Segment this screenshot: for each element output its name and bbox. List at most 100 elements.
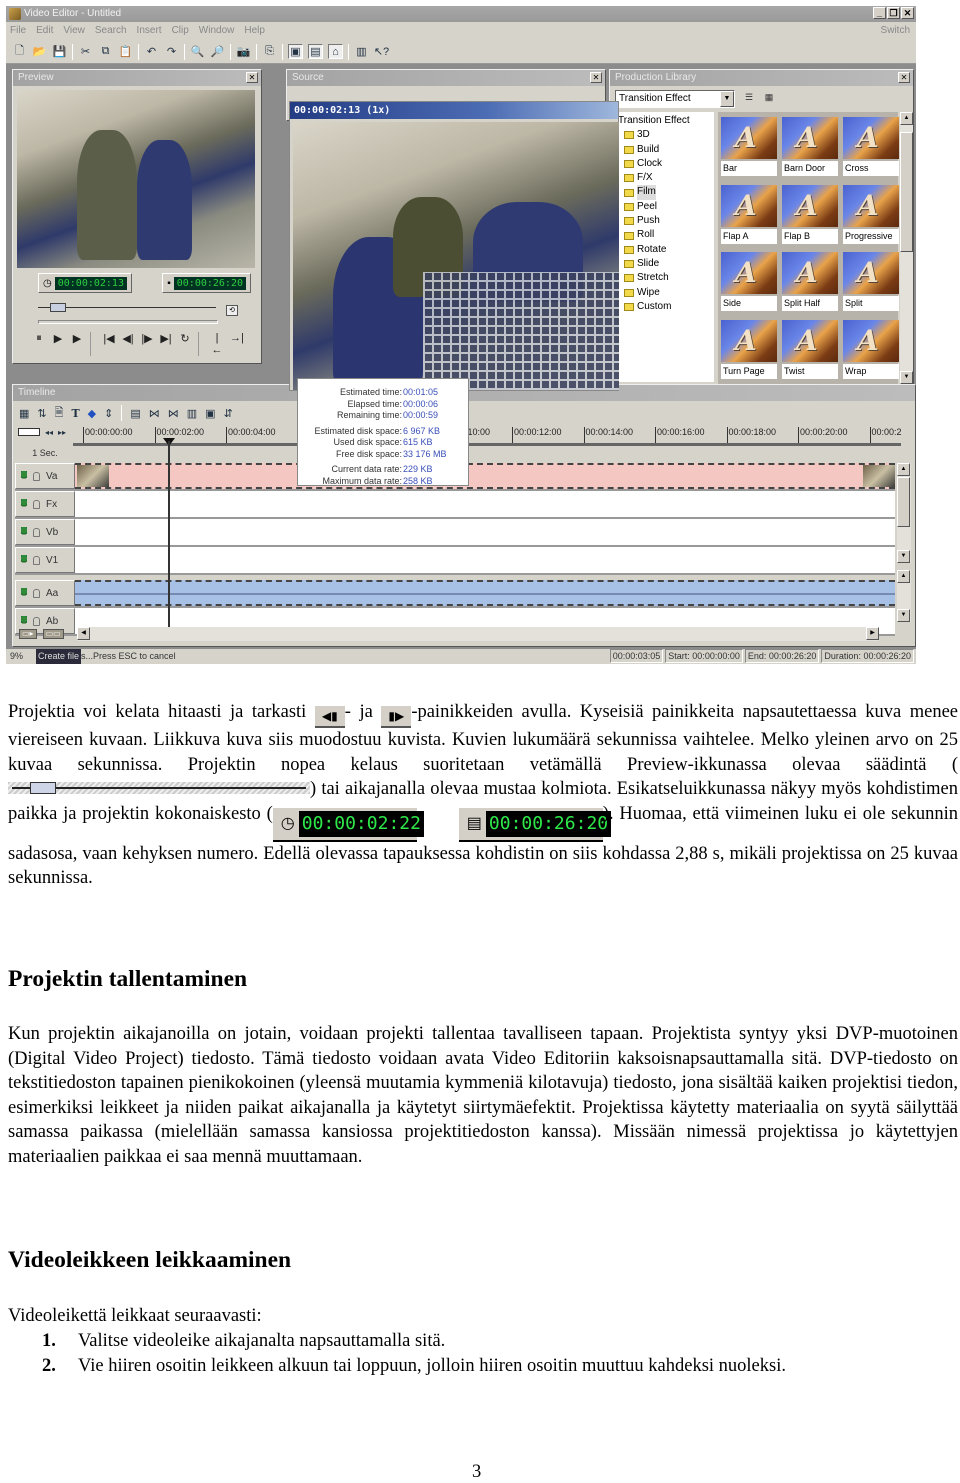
previous-frame-icon[interactable]: ◀| (122, 332, 134, 356)
visibility-icon[interactable] (21, 588, 27, 598)
timeline-scale[interactable]: 1 Sec. (15, 445, 75, 461)
library-scrollbar[interactable]: ▲ ▼ (900, 112, 913, 384)
timeline-window-icon[interactable]: ▥ (354, 44, 369, 59)
scroll-down-icon[interactable]: ▼ (897, 550, 910, 563)
document-icon[interactable]: 🗎 (55, 404, 64, 423)
menu-insert[interactable]: Insert (137, 22, 162, 40)
lock-icon[interactable] (33, 527, 40, 537)
lock-icon[interactable] (33, 471, 40, 481)
zoom-level-icon[interactable]: ▭▭ (42, 629, 64, 639)
lock-icon[interactable] (33, 555, 40, 565)
tree-folder[interactable]: Wipe (618, 286, 714, 300)
scroll-up-icon[interactable]: ▲ (900, 112, 913, 125)
tree-folder[interactable]: Custom (618, 300, 714, 314)
tree-folder[interactable]: Clock (618, 157, 714, 171)
storyboard-icon[interactable]: ▦ (19, 407, 29, 420)
menu-help[interactable]: Help (244, 22, 265, 40)
text-icon[interactable]: T (71, 407, 79, 420)
tree-folder[interactable]: Peel (618, 200, 714, 214)
color-icon[interactable]: ◆ (88, 407, 96, 420)
empty-track[interactable] (75, 519, 895, 545)
video-clip[interactable] (75, 463, 895, 489)
tree-folder[interactable]: F/X (618, 171, 714, 185)
play-range-icon[interactable]: ▶ (52, 332, 64, 356)
tree-folder[interactable]: Slide (618, 257, 714, 271)
save-icon[interactable]: 💾 (52, 44, 67, 59)
tree-folder[interactable]: Roll (618, 228, 714, 242)
mark-in-icon[interactable]: |← (211, 332, 223, 356)
restore-button[interactable]: ❐ (887, 7, 900, 19)
transition-thumbnail[interactable]: Split (843, 252, 899, 312)
transition-thumbnail[interactable]: Wrap (843, 319, 899, 380)
mode-icon-5[interactable]: ▣ (205, 407, 215, 420)
scroll-thumb[interactable] (897, 477, 910, 527)
visibility-icon[interactable] (21, 499, 27, 509)
insert-icon[interactable]: ⎘ (262, 44, 277, 59)
cut-icon[interactable]: ✂ (78, 44, 93, 59)
previous-marker-icon[interactable]: ◂◂ (45, 428, 53, 437)
details-view-icon[interactable]: ☰ (742, 92, 756, 106)
mark-out-icon[interactable]: →| (230, 332, 244, 356)
menu-window[interactable]: Window (199, 22, 235, 40)
lock-icon[interactable] (33, 588, 40, 598)
tree-folder[interactable]: Rotate (618, 243, 714, 257)
tree-folder[interactable]: Build (618, 143, 714, 157)
audio-clip[interactable] (75, 580, 895, 606)
open-icon[interactable]: 📂 (32, 44, 47, 59)
timeline-horizontal-scrollbar[interactable]: ◀ ▶ (77, 627, 879, 641)
find-icon[interactable]: 🔍 (190, 44, 205, 59)
preview-position-slider[interactable]: ⟲ (38, 303, 238, 316)
tree-folder[interactable]: Push (618, 214, 714, 228)
mode-icon-3[interactable]: ⋈ (168, 407, 179, 420)
help-icon[interactable]: ↖? (374, 44, 389, 59)
scroll-down-icon[interactable]: ▼ (897, 609, 910, 622)
visibility-icon[interactable] (21, 471, 27, 481)
track-header[interactable]: V1 (15, 547, 75, 573)
close-icon[interactable]: ✕ (590, 72, 602, 83)
track-header[interactable]: Vb (15, 519, 75, 545)
track-header[interactable]: Aa (15, 580, 75, 606)
transition-thumbnail[interactable]: Flap B (782, 184, 838, 245)
menu-view[interactable]: View (63, 22, 85, 40)
mode-icon-4[interactable]: ▥ (187, 407, 197, 420)
paste-icon[interactable]: 📋 (118, 44, 133, 59)
track-header[interactable]: Fx (15, 491, 75, 517)
minimize-button[interactable]: _ (873, 7, 886, 19)
empty-track[interactable] (75, 491, 895, 517)
mode-icon-6[interactable]: ⇵ (224, 407, 233, 420)
scroll-up-icon[interactable]: ▲ (897, 463, 910, 476)
next-marker-icon[interactable]: ▸▸ (58, 428, 66, 437)
track-header[interactable]: Va (15, 463, 75, 489)
scroll-up-icon[interactable]: ▲ (897, 570, 910, 583)
undo-icon[interactable]: ↶ (144, 44, 159, 59)
menu-edit[interactable]: Edit (36, 22, 53, 40)
go-to-start-icon[interactable]: |◀ (103, 332, 115, 356)
transition-thumbnail[interactable]: Turn Page (721, 319, 777, 380)
close-icon[interactable]: ✕ (246, 72, 258, 83)
next-frame-icon[interactable]: |▶ (141, 332, 153, 356)
scroll-left-icon[interactable]: ◀ (77, 627, 90, 640)
empty-track[interactable] (75, 547, 895, 573)
menu-file[interactable]: File (10, 22, 26, 40)
thumbnail-view-icon[interactable]: ▦ (762, 92, 776, 106)
preview-window-icon[interactable]: ▣ (288, 44, 303, 59)
zoom-box-icon[interactable] (18, 428, 40, 436)
menu-switch[interactable]: Switch (881, 22, 910, 40)
transition-thumbnail[interactable]: Twist (782, 319, 838, 380)
pause-icon[interactable]: ⏸ (33, 332, 45, 356)
menu-clip[interactable]: Clip (172, 22, 189, 40)
transition-thumbnail[interactable]: Flap A (721, 184, 777, 245)
marker-icon[interactable]: ⇕ (104, 407, 113, 420)
scroll-right-icon[interactable]: ▶ (866, 627, 879, 640)
tree-folder[interactable]: Film (618, 185, 714, 200)
transition-thumbnail[interactable]: Barn Door (782, 117, 838, 177)
transition-thumbnail[interactable]: Cross (843, 117, 899, 177)
go-to-end-icon[interactable]: ▶| (160, 332, 172, 356)
capture-icon[interactable]: 📷 (236, 44, 251, 59)
fit-icon[interactable]: ▭▸ (19, 629, 37, 639)
transition-thumbnail[interactable]: Split Half (782, 252, 838, 312)
play-icon[interactable]: ▶ (71, 332, 83, 356)
time-ruler[interactable]: 00:00:00:0000:00:02:0000:00:04:0000:00:0… (75, 425, 905, 451)
split-icon[interactable]: ⇅ (37, 407, 46, 420)
close-button[interactable]: ✕ (901, 7, 914, 19)
